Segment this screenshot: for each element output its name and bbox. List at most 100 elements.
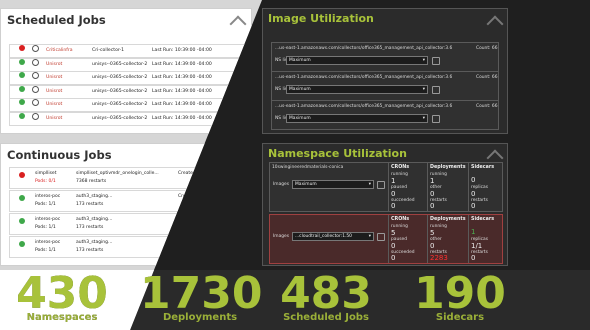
last-run: Last Run: 14:39:00 -04:00: [152, 75, 212, 81]
last-run: Last Run: 14:39:00 -04:00: [152, 88, 212, 94]
check-icon: [19, 99, 25, 106]
namespace-row: 10swingineeredmaterials-conica Images Maxi…: [269, 162, 503, 212]
job-name: Unisrot: [46, 116, 63, 121]
images-label: Images: [273, 182, 290, 187]
scheduled-job-row[interactable]: Unisrot unisys--0365-collector-2 Last Run:…: [9, 71, 245, 86]
last-run: Last Run: 10:39:00 -04:00: [152, 48, 212, 53]
check-icon: [19, 218, 25, 224]
last-run: Last Run: 14:39:00 -04:00: [152, 116, 212, 121]
copy-icon[interactable]: [377, 181, 385, 189]
job-collector: auth3_staging...: [76, 217, 113, 222]
image-path: ...us-east-1.amazonaws.com/collectors/of…: [275, 104, 453, 109]
image-count: Count: 66: [476, 104, 498, 109]
crons-succeeded-value: 0: [391, 202, 396, 210]
crons-succeeded-value: 0: [391, 254, 396, 262]
job-collector: unisys--0365-collector-2: [92, 61, 148, 67]
panel-title: Scheduled Jobs: [7, 13, 106, 27]
restarts: 173 restarts: [76, 248, 104, 253]
sidecars-label: Sidecars: [471, 217, 495, 222]
column-divider: [468, 163, 469, 211]
scheduled-jobs-panel: Scheduled Jobs Criticalinfra Cri-collecto…: [0, 8, 252, 134]
collapse-chevron-icon[interactable]: [229, 15, 247, 33]
namespace-select[interactable]: Maximum: [286, 85, 428, 94]
copy-icon[interactable]: [432, 86, 440, 94]
copy-icon[interactable]: [377, 233, 385, 241]
job-collector: unisys--0365-collector-2: [92, 88, 148, 94]
panel-title: Namespace Utilization: [268, 147, 407, 160]
job-collector: auth3_staging...: [76, 194, 113, 199]
refresh-icon[interactable]: [32, 85, 39, 93]
image-select[interactable]: Maximum: [292, 180, 374, 189]
image-path: ...us-east-1.amazonaws.com/collectors/of…: [275, 46, 453, 51]
job-name: Unisrot: [46, 102, 63, 108]
copy-icon[interactable]: [432, 115, 440, 123]
namespace-select[interactable]: Maximum: [286, 114, 428, 123]
job-name: Unisrot: [46, 61, 63, 67]
column-divider: [468, 215, 469, 263]
deployments-running-value: 5: [430, 229, 435, 237]
image-row: ...us-east-1.amazonaws.com/collectors/of…: [271, 42, 499, 72]
restarts: 173 restarts: [76, 202, 104, 207]
scheduled-job-row[interactable]: Unisrot unisys--0365-collector-2 Last Run:…: [9, 98, 245, 113]
check-icon: [19, 58, 25, 65]
sidecars-value: 1: [471, 228, 476, 236]
error-icon: [19, 45, 25, 51]
collapse-chevron-icon[interactable]: [486, 15, 504, 33]
check-icon: [19, 72, 25, 79]
check-icon: [19, 85, 25, 92]
pods-count: Pods: 1/1: [35, 248, 56, 253]
job-name: Criticalinfra: [46, 48, 73, 53]
stat-label: Scheduled Jobs: [283, 312, 369, 323]
images-label: Images: [273, 234, 290, 239]
column-divider: [388, 163, 389, 211]
stat-value: 190: [414, 268, 506, 319]
namespace-name: 10swingineeredmaterials-conica: [272, 165, 344, 170]
image-select[interactable]: ...cloudtrail_collector:1.50: [292, 232, 374, 241]
image-utilization-panel: Image Utilization ...us-east-1.amazonaws…: [262, 8, 508, 134]
scheduled-job-row[interactable]: Unisrot unisys--0365-collector-2 Last Run:…: [9, 84, 245, 99]
refresh-icon[interactable]: [32, 113, 39, 120]
refresh-icon[interactable]: [32, 45, 39, 52]
stat-value: 430: [16, 268, 108, 319]
scheduled-job-row[interactable]: Unisrot unisys--0365-collector-2 Last Run:…: [9, 57, 245, 72]
image-row: ...us-east-1.amazonaws.com/collectors/of…: [271, 100, 499, 130]
dashboard: Image Utilization ...us-east-1.amazonaws…: [0, 0, 590, 330]
job-name: interos-poc: [35, 194, 61, 199]
deployments-label: Deployments: [430, 165, 466, 170]
namespace-utilization-panel: Namespace Utilization 10swingineeredmate…: [262, 143, 508, 266]
copy-icon[interactable]: [432, 57, 440, 65]
sidecars-value: 0: [471, 176, 476, 184]
check-icon: [19, 195, 25, 201]
scheduled-job-row[interactable]: Unisrot unisys--0365-collector-2 Last Run:…: [9, 112, 245, 126]
pods-count: Pods: 1/1: [35, 225, 56, 230]
deployments-restarts-value: 0: [430, 202, 435, 210]
sidecars-restarts-value: 0: [471, 254, 476, 262]
job-collector: Cri-collector-1: [92, 48, 125, 53]
panel-title: Image Utilization: [268, 12, 374, 25]
crons-paused-value: 0: [391, 242, 396, 250]
stat-label: Namespaces: [26, 312, 98, 323]
pods-count: Pods: 0/1: [35, 179, 56, 184]
restarts: 7368 restarts: [76, 179, 107, 184]
refresh-icon[interactable]: [32, 72, 39, 80]
image-count: Count: 66: [476, 46, 498, 51]
refresh-icon[interactable]: [32, 58, 39, 66]
namespace-select[interactable]: Maximum: [286, 56, 428, 65]
restarts: 173 restarts: [76, 225, 104, 230]
refresh-icon[interactable]: [32, 99, 39, 107]
check-icon: [19, 113, 25, 119]
error-icon: [19, 172, 25, 178]
job-name: interos-poc: [35, 240, 61, 245]
crons-paused-value: 0: [391, 190, 396, 198]
job-collector: auth3_staging...: [76, 240, 113, 245]
sidecars-replicas-value: 0: [471, 190, 476, 198]
sidecars-restarts-value: 0: [471, 202, 476, 210]
scheduled-job-row[interactable]: Criticalinfra Cri-collector-1 Last Run: 10…: [9, 44, 245, 58]
job-collector: simplliset_optivmdr_onelogin_colle...: [76, 171, 159, 176]
job-name: simplliset: [35, 171, 57, 176]
image-count: Count: 66: [476, 75, 498, 80]
deployments-label: Deployments: [430, 217, 466, 222]
deployments-other-value: 0: [430, 190, 435, 198]
stat-label: Sidecars: [435, 312, 485, 323]
deployments-restarts-value: 2283: [430, 254, 448, 262]
